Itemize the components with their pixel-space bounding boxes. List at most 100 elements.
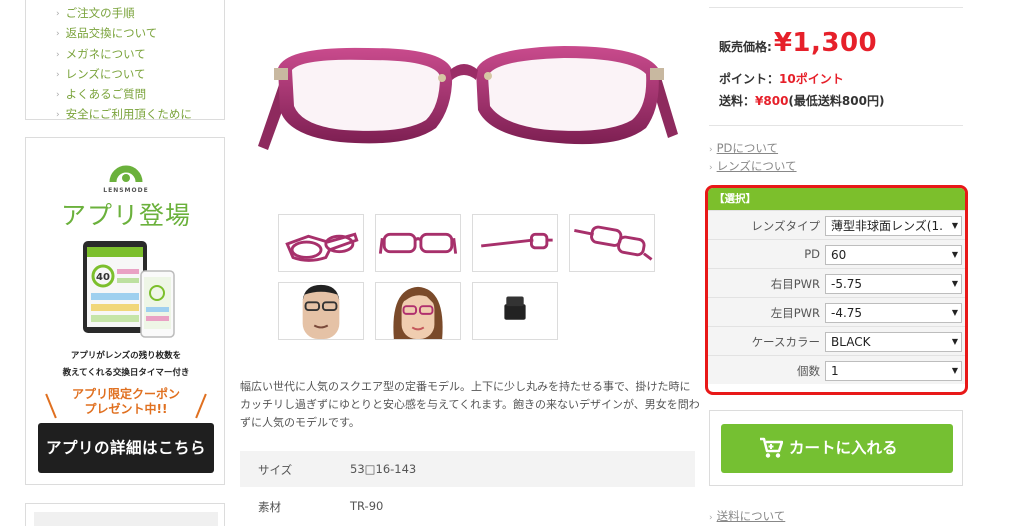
option-label: レンズタイプ xyxy=(751,219,820,233)
dropdown-arrow-icon: ▼ xyxy=(949,304,958,322)
sidebar-item-label: 返品交換について xyxy=(65,26,158,41)
product-thumbnail[interactable] xyxy=(472,282,558,340)
option-row-lens-type: レンズタイプ 薄型非球面レンズ(1. ▼ xyxy=(708,210,965,239)
app-desc-line: アプリがレンズの残り枚数を xyxy=(70,351,182,361)
product-thumbnail[interactable] xyxy=(569,214,655,272)
shipping-info-link[interactable]: › 送料について xyxy=(709,508,785,524)
app-details-button[interactable]: アプリの詳細はこちら xyxy=(38,423,214,473)
price-display: 販売価格:¥1,300 xyxy=(719,28,877,58)
chevron-right-icon: › xyxy=(709,145,713,155)
shipping-value: ¥800 xyxy=(755,94,789,108)
sidebar-item-faq[interactable]: › よくあるご質問 xyxy=(56,85,224,105)
pd-select[interactable]: 60 ▼ xyxy=(825,245,962,265)
case-color-select[interactable]: BLACK ▼ xyxy=(825,332,962,352)
glasses-case-image xyxy=(504,296,526,320)
option-label: PD xyxy=(804,247,820,261)
sidebar-item-safety[interactable]: › 安全にご利用頂くために xyxy=(56,105,224,125)
sidebar-bottom-inner xyxy=(34,512,218,526)
shipping-label: 送料： xyxy=(719,94,756,108)
sidebar-nav: › ご注文の手順 › 返品交換について › メガネについて › レンズについて › よくあ… xyxy=(25,0,225,121)
product-thumbnail[interactable] xyxy=(278,214,364,272)
app-desc-line: 教えてくれる交換日タイマー付き xyxy=(62,368,190,378)
product-thumbnail[interactable] xyxy=(472,214,558,272)
product-main-image xyxy=(258,46,678,150)
option-row-left-pwr: 左目PWR -4.75 ▼ xyxy=(708,297,965,326)
product-thumbnail[interactable] xyxy=(375,282,461,340)
dropdown-arrow-icon: ▼ xyxy=(949,362,958,380)
cart-icon xyxy=(760,437,783,458)
option-label: 個数 xyxy=(797,364,820,378)
coupon-line: アプリ限定クーポン xyxy=(71,387,180,401)
logo-text: LENSMODE xyxy=(103,187,149,194)
product-description: 幅広い世代に人気のスクエア型の定番モデル。上下に少し丸みを持たせる事で、掛けた時… xyxy=(240,380,700,429)
lens-type-select[interactable]: 薄型非球面レンズ(1. ▼ xyxy=(825,216,962,236)
sidebar-item-lenses[interactable]: › レンズについて xyxy=(56,65,224,85)
shipping-note: (最低送料800円) xyxy=(788,94,885,108)
option-label: ケースカラー xyxy=(751,335,820,349)
app-promo-banner[interactable]: LENSMODE アプリ登場 40 アプリがレンズの残り枚数を 教えてくれる交換… xyxy=(25,137,225,485)
sidebar-bottom-box xyxy=(25,503,225,526)
chevron-right-icon: › xyxy=(56,110,60,121)
app-promo-title: アプリ登場 xyxy=(60,201,191,230)
chevron-right-icon: › xyxy=(56,29,60,40)
dropdown-arrow-icon: ▼ xyxy=(949,246,958,264)
divider xyxy=(709,125,963,126)
point-label: ポイント： xyxy=(719,72,780,86)
quantity-select[interactable]: 1 ▼ xyxy=(825,361,962,381)
male-model-image xyxy=(302,284,340,339)
sidebar-item-label: レンズについて xyxy=(65,66,146,81)
point-display: ポイント：10ポイント xyxy=(719,70,844,87)
shipping-display: 送料：¥800(最低送料800円) xyxy=(719,92,884,109)
dropdown-arrow-icon: ▼ xyxy=(949,217,958,235)
option-label: 左目PWR xyxy=(770,306,820,320)
spec-row-material: 素材 TR-90 xyxy=(240,488,695,524)
product-thumbnail[interactable] xyxy=(375,214,461,272)
select-value: -4.75 xyxy=(831,306,863,320)
chevron-right-icon: › xyxy=(56,49,60,60)
link-label: レンズについて xyxy=(716,159,797,173)
select-value: 1 xyxy=(831,364,839,378)
glasses-perspective-image xyxy=(574,225,653,261)
app-promo-description: アプリがレンズの残り枚数を 教えてくれる交換日タイマー付き xyxy=(26,348,226,382)
spec-value: 53□16-143 xyxy=(350,462,417,476)
lens-info-link[interactable]: › レンズについて xyxy=(709,158,797,174)
left-sidebar: › ご注文の手順 › 返品交換について › メガネについて › レンズについて › よくあ… xyxy=(0,0,236,526)
sidebar-item-label: メガネについて xyxy=(65,46,146,61)
spec-value: TR-90 xyxy=(350,499,384,513)
sidebar-item-label: よくあるご質問 xyxy=(65,87,147,102)
sidebar-item-label: 安全にご利用頂くために xyxy=(65,107,192,122)
option-row-case-color: ケースカラー BLACK ▼ xyxy=(708,326,965,355)
lensmode-logo-icon xyxy=(109,165,143,183)
dropdown-arrow-icon: ▼ xyxy=(949,333,958,351)
pd-info-link[interactable]: › PDについて xyxy=(709,140,778,156)
dropdown-arrow-icon: ▼ xyxy=(949,275,958,293)
divider xyxy=(709,7,963,8)
cart-box: カートに入れる xyxy=(709,410,963,486)
option-label: 右目PWR xyxy=(770,277,820,291)
chevron-right-icon: › xyxy=(56,69,60,80)
sidebar-item-glasses[interactable]: › メガネについて xyxy=(56,45,224,65)
select-value: 60 xyxy=(831,248,847,262)
right-pwr-select[interactable]: -5.75 ▼ xyxy=(825,274,962,294)
sidebar-item-returns[interactable]: › 返品交換について xyxy=(56,24,224,44)
chevron-right-icon: › xyxy=(709,163,713,173)
spec-label: 素材 xyxy=(258,500,281,514)
product-thumbnail[interactable] xyxy=(278,282,364,340)
coupon-line: プレゼント中!! xyxy=(84,402,168,416)
left-pwr-select[interactable]: -4.75 ▼ xyxy=(825,303,962,323)
chevron-right-icon: › xyxy=(56,90,60,101)
chevron-right-icon: › xyxy=(56,9,60,19)
cart-button-label: カートに入れる xyxy=(789,439,898,457)
coupon-notice: アプリ限定クーポン プレゼント中!! xyxy=(45,387,207,423)
sidebar-item-label: ご注文の手順 xyxy=(65,6,135,20)
option-row-pd: PD 60 ▼ xyxy=(708,239,965,268)
sidebar-item-order-steps[interactable]: › ご注文の手順 xyxy=(56,4,224,24)
options-panel: 【選択】 レンズタイプ 薄型非球面レンズ(1. ▼ PD 60 ▼ 右目PWR -5… xyxy=(705,185,968,395)
add-to-cart-button[interactable]: カートに入れる xyxy=(721,424,953,473)
price-label: 販売価格: xyxy=(719,40,772,54)
spec-label: サイズ xyxy=(258,463,293,477)
coupon-text: アプリ限定クーポン プレゼント中!! xyxy=(46,387,206,417)
link-label: 送料について xyxy=(716,509,786,523)
option-row-right-pwr: 右目PWR -5.75 ▼ xyxy=(708,268,965,297)
phone-mockup-image: 40 xyxy=(83,241,175,338)
